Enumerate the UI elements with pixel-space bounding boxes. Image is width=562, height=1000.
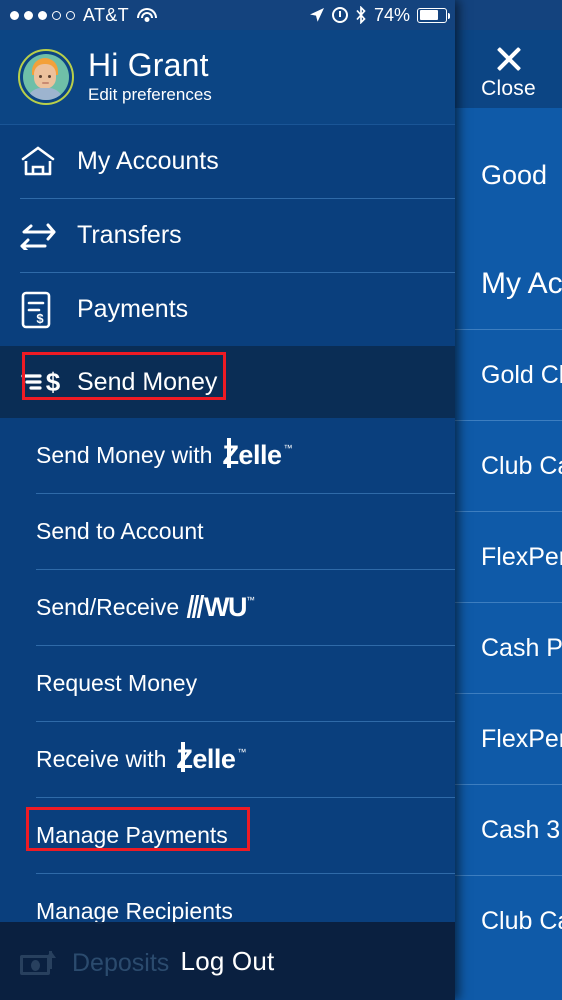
zelle-logo: Zelle ™ xyxy=(176,741,247,774)
trademark-mark: ™ xyxy=(245,595,255,605)
close-button[interactable]: Close xyxy=(455,30,562,108)
submenu-item-receive-with-zelle[interactable]: Receive with Zelle ™ xyxy=(0,722,455,797)
status-bar: AT&T 74% xyxy=(0,0,455,30)
sidebar-item-transfers[interactable]: Transfers xyxy=(0,199,455,272)
submenu-item-label: Manage Payments xyxy=(36,822,228,848)
battery-percent-label: 74% xyxy=(373,4,410,25)
zelle-wordmark: Zelle xyxy=(222,439,282,470)
zelle-wordmark: Zelle xyxy=(176,743,236,774)
app-root: Close Good My Ac Gold Cl Club Ca FlexPer… xyxy=(0,0,562,1000)
log-out-button[interactable]: Log Out xyxy=(0,922,455,1000)
submenu-item-send-to-account[interactable]: Send to Account xyxy=(0,494,455,569)
svg-text:$: $ xyxy=(46,367,61,397)
sidebar-item-label: Payments xyxy=(77,295,189,323)
carrier-label: AT&T xyxy=(83,4,129,25)
accounts-panel: Close Good My Ac Gold Cl Club Ca FlexPer… xyxy=(455,0,562,1000)
list-item[interactable]: FlexPer xyxy=(455,693,562,784)
submenu-item-send-receive-wu[interactable]: Send/Receive WU ™ xyxy=(0,570,455,645)
panel-section-heading: My Ac xyxy=(481,267,562,300)
navigation-drawer: AT&T 74% Hi Grant Edit preferences My Ac… xyxy=(0,0,455,1000)
battery-icon xyxy=(417,7,450,23)
submenu-item-label: Send to Account xyxy=(36,518,204,544)
trademark-mark: ™ xyxy=(237,746,247,757)
alarm-clock-icon xyxy=(331,7,348,23)
submenu-item-label: Send/Receive xyxy=(36,594,180,620)
submenu-item-manage-payments[interactable]: Manage Payments xyxy=(0,798,455,873)
page-title: Hi Grant xyxy=(88,46,209,83)
location-arrow-icon xyxy=(309,8,324,22)
wifi-icon xyxy=(136,7,157,23)
submenu-item-label: Receive with xyxy=(36,746,167,772)
sidebar-item-send-money[interactable]: $ Send Money xyxy=(0,346,455,418)
avatar xyxy=(18,49,74,105)
wu-wordmark: WU xyxy=(203,592,247,622)
home-icon xyxy=(20,145,66,178)
sidebar-item-my-accounts[interactable]: My Accounts xyxy=(0,125,455,198)
submenu-item-send-money-with-zelle[interactable]: Send Money with Zelle ™ xyxy=(0,418,455,493)
list-item[interactable]: Club Ca xyxy=(455,875,562,966)
send-money-submenu: Send Money with Zelle ™ Send to Account xyxy=(0,418,455,949)
transfer-arrows-icon xyxy=(20,222,66,250)
list-item[interactable]: Cash P xyxy=(455,602,562,693)
list-item[interactable]: Cash 3 xyxy=(455,784,562,875)
signal-strength-dots xyxy=(10,10,75,20)
close-label: Close xyxy=(481,76,536,100)
close-x-icon xyxy=(492,42,526,76)
list-item[interactable]: Gold Cl xyxy=(455,329,562,420)
submenu-item-label: Manage Recipients xyxy=(36,898,233,924)
list-item[interactable]: Club Ca xyxy=(455,420,562,511)
account-list: Gold Cl Club Ca FlexPer Cash P FlexPer C… xyxy=(455,329,562,966)
list-item[interactable]: FlexPer xyxy=(455,511,562,602)
western-union-logo: WU ™ xyxy=(186,592,255,622)
sidebar-item-label: Transfers xyxy=(77,221,182,249)
panel-greeting: Good xyxy=(481,160,548,190)
primary-menu: My Accounts Transfers $ Payments $ Send … xyxy=(0,125,455,949)
invoice-dollar-icon: $ xyxy=(20,291,66,329)
bluetooth-icon xyxy=(356,6,366,24)
edit-preferences-link[interactable]: Edit preferences xyxy=(88,85,212,105)
sidebar-item-payments[interactable]: $ Payments xyxy=(0,273,455,346)
sidebar-item-label: Send Money xyxy=(77,367,218,396)
submenu-item-request-money[interactable]: Request Money xyxy=(0,646,455,721)
sidebar-item-label: My Accounts xyxy=(77,147,219,175)
submenu-item-label: Send Money with xyxy=(36,442,213,468)
svg-text:$: $ xyxy=(36,311,44,326)
submenu-item-label: Request Money xyxy=(36,670,198,696)
send-money-dollar-icon: $ xyxy=(20,367,66,397)
profile-header[interactable]: Hi Grant Edit preferences xyxy=(0,30,455,125)
zelle-logo: Zelle ™ xyxy=(222,437,293,470)
trademark-mark: ™ xyxy=(283,442,293,453)
panel-status-filler xyxy=(455,0,562,30)
